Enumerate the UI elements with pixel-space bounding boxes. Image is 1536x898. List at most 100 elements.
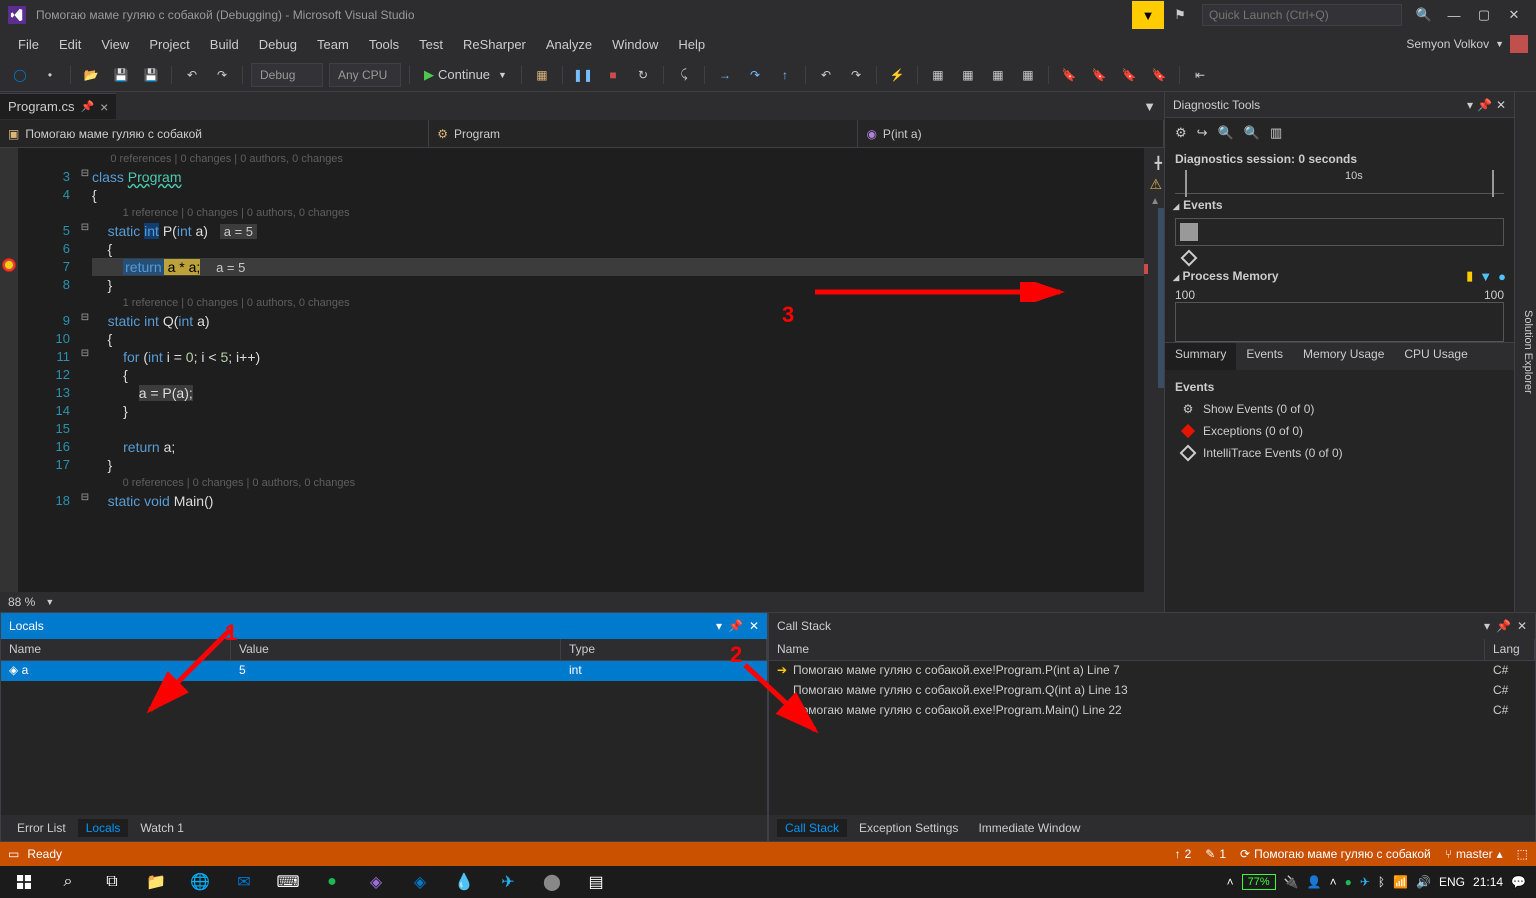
status-pending-changes[interactable]: ↑ 2 [1175, 847, 1192, 861]
battery-indicator[interactable]: 77% [1242, 874, 1276, 890]
menu-analyze[interactable]: Analyze [536, 33, 602, 56]
code-editor[interactable]: 34 5678 91011121314151617 18 ⊟⊟⊟⊟⊟ 0 ref… [0, 148, 1164, 592]
file-tab-program[interactable]: Program.cs 📌 × [0, 93, 116, 119]
menu-debug[interactable]: Debug [249, 33, 307, 56]
zoom-combo[interactable]: 88 %▼ [0, 592, 1164, 612]
show-next-button[interactable]: ⤹ [672, 63, 696, 87]
zoom-out-icon[interactable]: 🔍 [1244, 125, 1260, 141]
box2-button[interactable]: ▦ [956, 63, 980, 87]
bookmark-button[interactable]: 🔖 [1057, 63, 1081, 87]
chrome-icon[interactable]: 🌐 [180, 867, 220, 897]
vs-taskbar-icon[interactable]: ◈ [356, 867, 396, 897]
callstack-row[interactable]: Помогаю маме гуляю с собакой.exe!Program… [769, 701, 1535, 721]
maximize-button[interactable]: ▢ [1470, 1, 1498, 29]
telegram-icon[interactable]: ✈ [488, 867, 528, 897]
diag-exceptions[interactable]: Exceptions (0 of 0) [1165, 420, 1514, 442]
clock[interactable]: 21:14 [1473, 875, 1503, 889]
bookmark2-button[interactable]: 🔖 [1087, 63, 1111, 87]
menu-file[interactable]: File [8, 33, 49, 56]
minimize-button[interactable]: — [1440, 1, 1468, 29]
callstack-row[interactable]: Помогаю маме гуляю с собакой.exe!Program… [769, 681, 1535, 701]
nav-fwd-button[interactable]: • [38, 63, 62, 87]
wifi-icon[interactable]: 📶 [1393, 875, 1408, 889]
cs-close-icon[interactable]: ✕ [1517, 619, 1527, 633]
action-center-icon[interactable]: 💬 [1511, 875, 1526, 889]
explorer-icon[interactable]: 📁 [136, 867, 176, 897]
tray-up-icon[interactable]: ˄ [1330, 875, 1337, 889]
menu-tools[interactable]: Tools [359, 33, 409, 56]
box1-button[interactable]: ▦ [926, 63, 950, 87]
pin-icon[interactable]: 📌 [80, 100, 94, 113]
quick-launch-input[interactable] [1202, 4, 1402, 26]
panel-close-icon[interactable]: ✕ [1496, 98, 1506, 112]
cs-dropdown-icon[interactable]: ▾ [1484, 619, 1490, 633]
cs-pin-icon[interactable]: 📌 [1496, 619, 1511, 633]
tab-exception-settings[interactable]: Exception Settings [851, 819, 966, 837]
restart-button[interactable]: ↻ [631, 63, 655, 87]
private-bytes-icon[interactable]: ● [1498, 269, 1506, 284]
tab-close-button[interactable]: × [100, 99, 108, 115]
nav-method-combo[interactable]: ◉P(int a) [858, 120, 1164, 147]
power-icon[interactable]: 🔌 [1284, 875, 1299, 889]
reset-view-icon[interactable]: ▥ [1270, 125, 1282, 141]
outdent-button[interactable]: ⇤ [1188, 63, 1212, 87]
continue-button[interactable]: ▶Continue▼ [418, 67, 513, 83]
menu-view[interactable]: View [91, 33, 139, 56]
language-indicator[interactable]: ENG [1439, 875, 1465, 889]
diag-memory-header[interactable]: Process Memory [1183, 269, 1279, 283]
pause-button[interactable]: ❚❚ [571, 63, 595, 87]
nav-class-combo[interactable]: ⚙Program [429, 120, 858, 147]
spotify-tray-icon[interactable]: ● [1345, 875, 1352, 889]
bluetooth-icon[interactable]: ᛒ [1378, 875, 1385, 889]
bookmark4-button[interactable]: 🔖 [1147, 63, 1171, 87]
open-file-button[interactable]: 📂 [79, 63, 103, 87]
fold-gutter[interactable]: ⊟⊟⊟⊟⊟ [78, 148, 92, 592]
breakpoint-icon[interactable] [2, 258, 16, 272]
people-icon[interactable]: 👤 [1307, 875, 1322, 889]
nav-namespace-combo[interactable]: ▣Помогаю маме гуляю с собакой [0, 120, 429, 147]
notifications-filter-button[interactable]: ▼ [1132, 1, 1164, 29]
menu-build[interactable]: Build [200, 33, 249, 56]
panel-pin-icon[interactable]: 📌 [1477, 98, 1492, 112]
split-icon[interactable]: ╋ [1155, 156, 1162, 170]
tab-dropdown-icon[interactable]: ▼ [1135, 99, 1164, 114]
export-icon[interactable]: ↪ [1197, 125, 1208, 141]
spotify-icon[interactable]: ● [312, 867, 352, 897]
terminal-icon[interactable]: ⌨ [268, 867, 308, 897]
stop-button[interactable]: ■ [601, 63, 625, 87]
gc-marker-icon[interactable]: ▮ [1466, 268, 1473, 284]
menu-resharper[interactable]: ReSharper [453, 33, 536, 56]
locals-dropdown-icon[interactable]: ▾ [716, 619, 722, 633]
diag-intellitrace[interactable]: IntelliTrace Events (0 of 0) [1165, 442, 1514, 464]
menu-help[interactable]: Help [668, 33, 715, 56]
status-sync-icon[interactable]: ⬚ [1517, 847, 1528, 861]
outlook-icon[interactable]: ✉ [224, 867, 264, 897]
tab-error-list[interactable]: Error List [9, 819, 74, 837]
user-name[interactable]: Semyon Volkov [1406, 37, 1489, 51]
status-project[interactable]: ⟳ Помогаю маме гуляю с собакой [1240, 847, 1431, 861]
locals-pin-icon[interactable]: 📌 [728, 619, 743, 633]
platform-combo[interactable]: Any CPU [329, 63, 401, 87]
app1-icon[interactable]: 💧 [444, 867, 484, 897]
diag-timeline[interactable]: 10s [1175, 170, 1504, 194]
feedback-button[interactable]: ⚑ [1166, 1, 1194, 29]
zoom-in-icon[interactable]: 🔍 [1218, 125, 1234, 141]
menu-edit[interactable]: Edit [49, 33, 91, 56]
save-all-button[interactable]: 💾 [139, 63, 163, 87]
menu-team[interactable]: Team [307, 33, 359, 56]
step-into-button[interactable]: → [713, 63, 737, 87]
redo2-button[interactable]: ↷ [844, 63, 868, 87]
search-button[interactable]: ⌕ [48, 867, 88, 897]
panel-dropdown-icon[interactable]: ▾ [1467, 98, 1473, 112]
start-button[interactable] [4, 867, 44, 897]
vscode-icon[interactable]: ◈ [400, 867, 440, 897]
status-edits[interactable]: ✎ 1 [1205, 847, 1226, 861]
tab-watch1[interactable]: Watch 1 [132, 819, 192, 837]
tray-expand-icon[interactable]: ˄ [1227, 875, 1234, 889]
snapshot-marker-icon[interactable]: ▼ [1479, 269, 1492, 284]
code-lines[interactable]: 0 references | 0 changes | 0 authors, 0 … [92, 148, 1164, 592]
diag-tab-memory[interactable]: Memory Usage [1293, 343, 1394, 370]
bookmark3-button[interactable]: 🔖 [1117, 63, 1141, 87]
menu-project[interactable]: Project [139, 33, 199, 56]
break-all-button[interactable]: ▦ [530, 63, 554, 87]
